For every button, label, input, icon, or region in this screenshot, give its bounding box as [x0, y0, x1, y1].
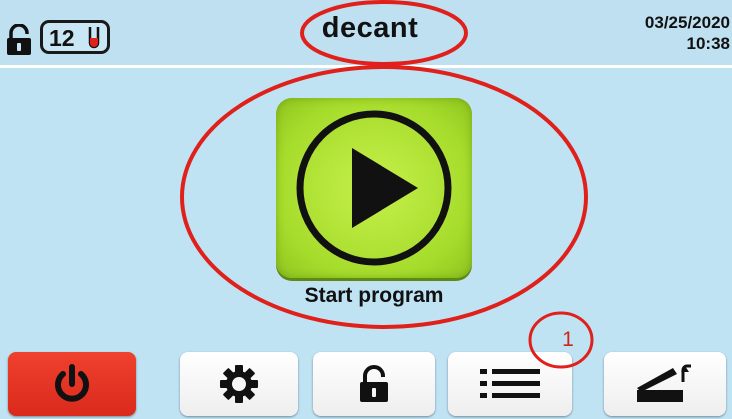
settings-button[interactable] — [180, 352, 298, 416]
device-screen: 12 decant 03/25/2020 10:38 Start program — [0, 0, 732, 419]
tube-count: 12 — [49, 25, 75, 51]
gear-icon — [220, 365, 258, 403]
play-circle-icon — [296, 110, 452, 266]
start-program-label: Start program — [304, 284, 444, 307]
header-bar: 12 decant 03/25/2020 10:38 — [0, 0, 732, 68]
program-list-button[interactable] — [448, 352, 572, 416]
lock-button[interactable] — [313, 352, 435, 416]
annotation-marker-label: 1 — [562, 328, 574, 351]
test-tube-icon — [88, 27, 100, 49]
date-time: 03/25/2020 10:38 — [630, 12, 730, 54]
power-button[interactable] — [8, 352, 136, 416]
program-title: decant — [321, 12, 419, 44]
open-lid-button[interactable] — [604, 352, 726, 416]
date: 03/25/2020 — [644, 13, 730, 32]
bottom-toolbar — [0, 346, 732, 419]
unlocked-padlock-icon — [360, 365, 388, 402]
unlocked-padlock-icon[interactable] — [6, 24, 32, 56]
time: 10:38 — [686, 34, 730, 53]
tube-count-indicator: 12 — [40, 20, 110, 54]
list-menu-icon — [480, 369, 540, 398]
power-icon — [55, 364, 89, 402]
start-program-button[interactable] — [276, 98, 472, 278]
lid-open-icon — [637, 364, 691, 402]
